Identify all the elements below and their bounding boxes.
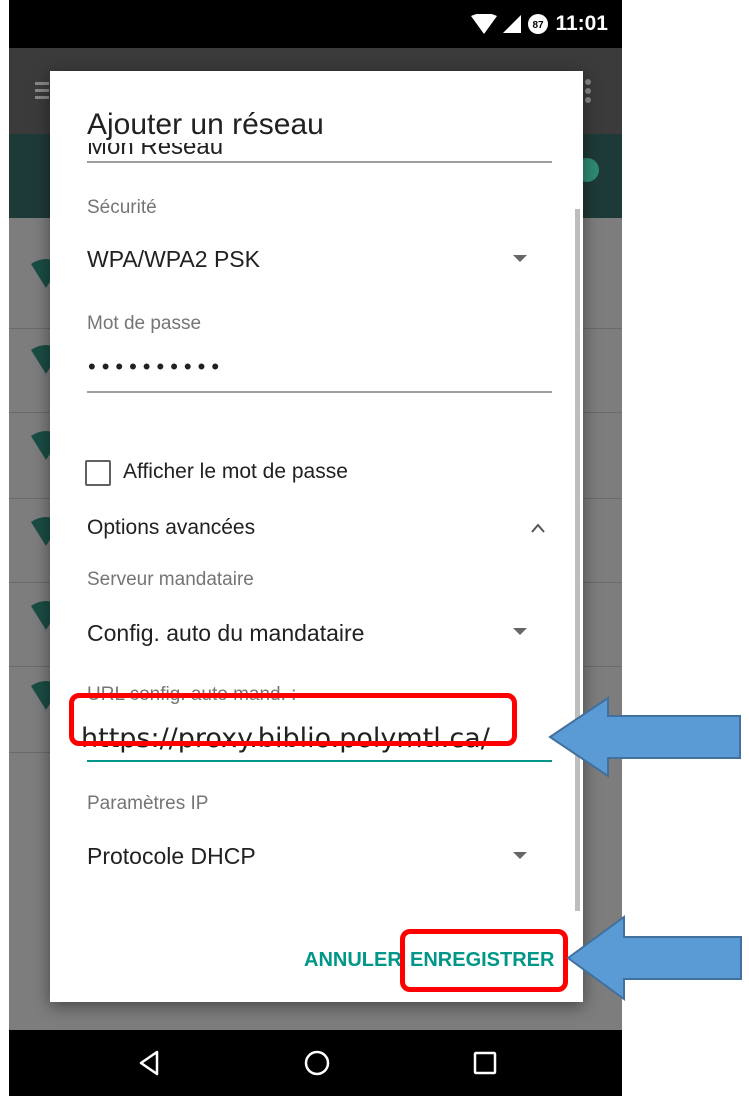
advanced-options-toggle[interactable]: Options avancées xyxy=(87,516,255,540)
back-icon xyxy=(139,1050,159,1076)
dialog-title: Ajouter un réseau xyxy=(87,107,330,143)
proxy-label: Serveur mandataire xyxy=(87,569,254,590)
home-button[interactable] xyxy=(277,1030,357,1096)
ip-settings-label: Paramètres IP xyxy=(87,793,209,814)
add-network-dialog: Mon Réseau Ajouter un réseau Sécurité WP… xyxy=(50,71,583,1002)
cancel-button[interactable]: ANNULER xyxy=(304,949,402,972)
status-bar: 87 11:01 xyxy=(9,0,622,48)
left-arrow-icon xyxy=(566,915,742,1001)
home-icon xyxy=(304,1050,330,1076)
proxy-dropdown-arrow-icon[interactable] xyxy=(513,628,527,635)
svg-text:87: 87 xyxy=(533,20,545,31)
security-dropdown-arrow-icon[interactable] xyxy=(513,255,527,262)
password-field[interactable]: •••••••••• xyxy=(88,354,225,380)
pac-url-underline xyxy=(87,760,552,762)
wifi-signal-icon xyxy=(471,14,498,34)
status-icons: 87 11:01 xyxy=(471,10,608,38)
navigation-bar xyxy=(9,1030,622,1096)
cell-signal-icon xyxy=(503,15,522,33)
url-highlight-box xyxy=(69,693,517,746)
security-dropdown[interactable]: WPA/WPA2 PSK xyxy=(87,246,260,273)
ip-settings-dropdown-arrow-icon[interactable] xyxy=(513,852,527,859)
left-arrow-icon xyxy=(548,696,741,778)
menu-icon xyxy=(35,82,49,99)
chevron-up-icon[interactable] xyxy=(530,520,546,536)
show-password-checkbox[interactable] xyxy=(85,460,111,486)
clock: 11:01 xyxy=(555,12,608,35)
recents-icon xyxy=(473,1051,497,1075)
ip-settings-dropdown[interactable]: Protocole DHCP xyxy=(87,843,256,870)
recents-button[interactable] xyxy=(445,1030,525,1096)
save-highlight-box xyxy=(400,929,568,992)
show-password-label[interactable]: Afficher le mot de passe xyxy=(123,460,348,484)
dialog-scrollbar[interactable] xyxy=(575,209,580,911)
network-name-underline xyxy=(87,161,552,163)
proxy-dropdown[interactable]: Config. auto du mandataire xyxy=(87,620,364,647)
security-label: Sécurité xyxy=(87,197,157,218)
password-underline xyxy=(87,391,552,393)
battery-saver-icon: 87 xyxy=(528,14,549,34)
back-button[interactable] xyxy=(109,1030,189,1096)
password-label: Mot de passe xyxy=(87,313,202,334)
overflow-menu-icon xyxy=(585,79,591,103)
